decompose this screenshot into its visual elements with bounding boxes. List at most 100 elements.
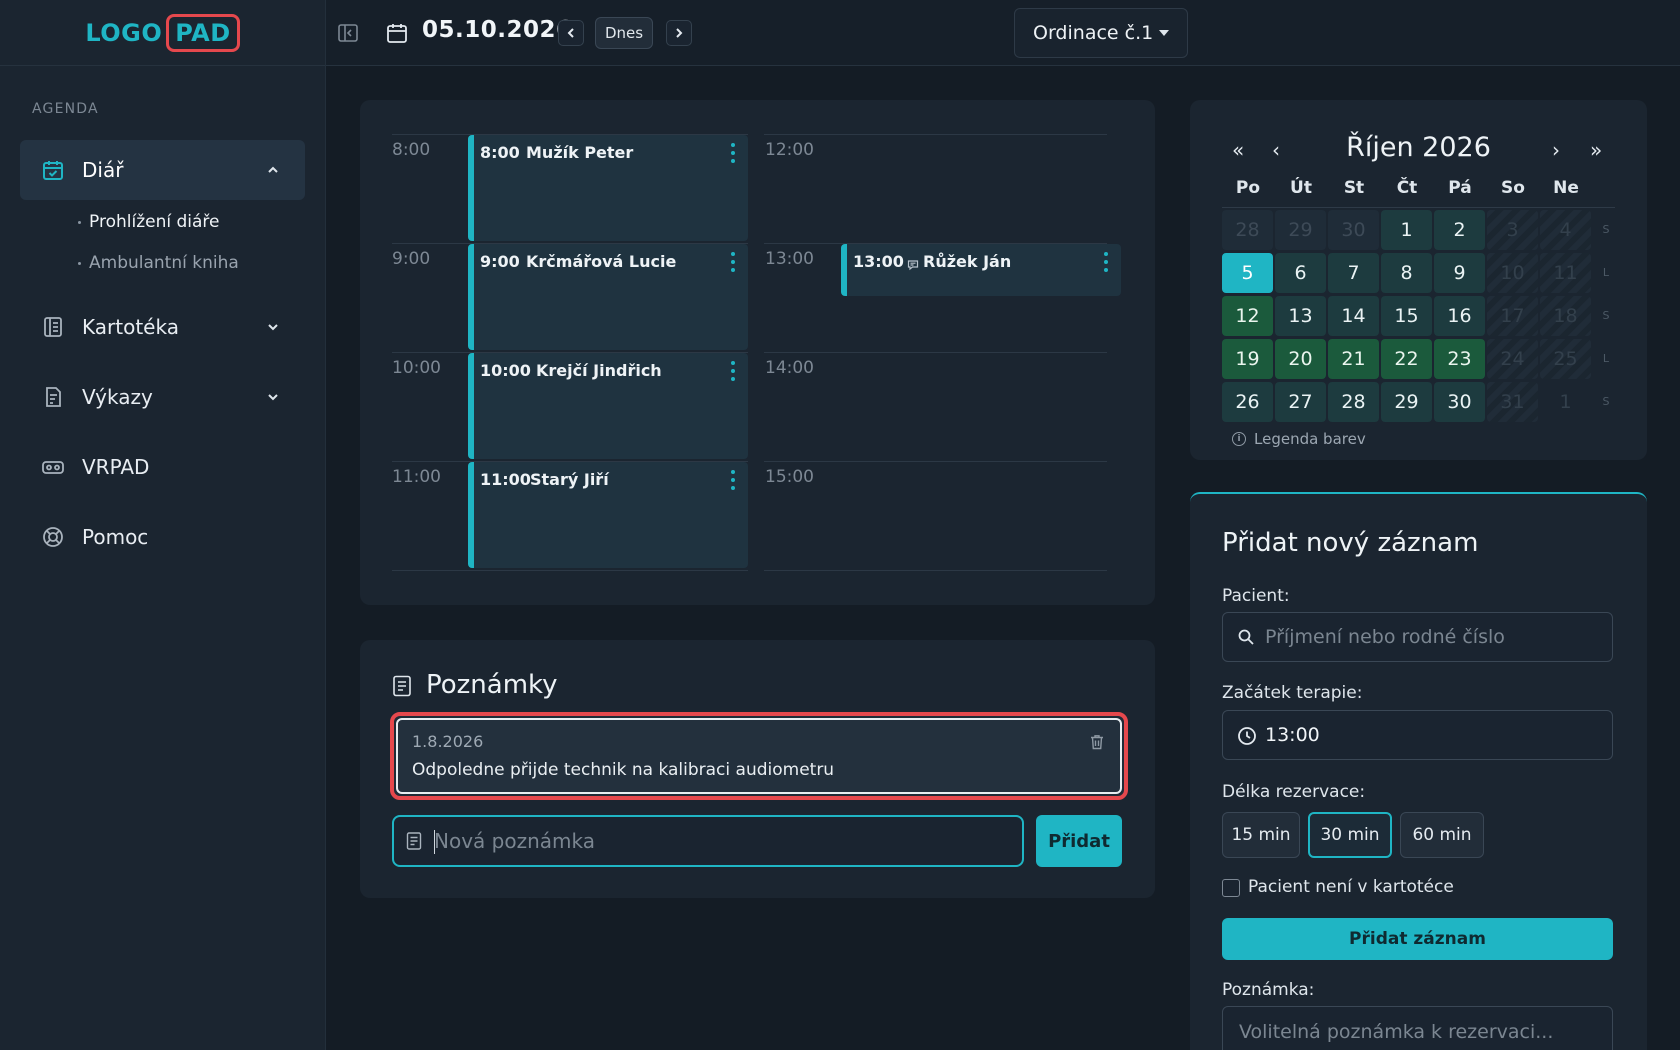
chevron-right-icon bbox=[676, 28, 683, 38]
calendar-day[interactable]: 1 bbox=[1381, 210, 1432, 250]
calendar-day[interactable]: 23 bbox=[1434, 339, 1485, 379]
notes-title: Poznámky bbox=[426, 670, 558, 700]
calendar-day[interactable]: 27 bbox=[1275, 382, 1326, 422]
calendar-icon[interactable] bbox=[384, 20, 410, 46]
add-note-button[interactable]: Přidat bbox=[1036, 815, 1122, 867]
calendar-day[interactable]: 9 bbox=[1434, 253, 1485, 293]
hour-label: 9:00 bbox=[392, 249, 431, 269]
hour-label: 8:00 bbox=[392, 140, 431, 160]
sidebar-item-pomoc[interactable]: Pomoc bbox=[20, 507, 305, 567]
therapy-start-input[interactable]: 13:00 bbox=[1222, 710, 1613, 760]
patient-search-placeholder: Příjmení nebo rodné číslo bbox=[1265, 626, 1505, 648]
more-vertical-icon[interactable] bbox=[730, 143, 736, 163]
patient-label: Pacient: bbox=[1222, 586, 1290, 606]
length-15-button[interactable]: 15 min bbox=[1222, 812, 1300, 858]
mini-calendar: « ‹ Říjen 2026 › » Po Út St Čt Pá So Ne … bbox=[1190, 100, 1647, 460]
office-select[interactable]: Ordinace č.1 bbox=[1014, 8, 1188, 58]
add-record-button[interactable]: Přidat záznam bbox=[1222, 918, 1613, 960]
sidebar-subitem-ambulantni-kniha[interactable]: Ambulantní kniha bbox=[78, 253, 239, 273]
not-in-file-label: Pacient není v kartotéce bbox=[1248, 877, 1454, 897]
sidebar-collapse-icon[interactable] bbox=[336, 21, 360, 45]
next-day-button[interactable] bbox=[666, 20, 692, 46]
appointment-card[interactable]: 8:00 Mužík Peter bbox=[468, 135, 748, 241]
reservation-note-textarea[interactable]: Volitelná poznámka k rezervaci... bbox=[1222, 1006, 1613, 1050]
color-legend-label: Legenda barev bbox=[1254, 430, 1366, 448]
week-marker: S bbox=[1602, 223, 1610, 236]
calendar-day-weekend: 10 bbox=[1487, 253, 1538, 293]
calendar-day-weekend: 18 bbox=[1540, 296, 1591, 336]
info-icon: i bbox=[1232, 432, 1246, 446]
sidebar-item-vrpad[interactable]: VRPAD bbox=[20, 437, 305, 497]
more-vertical-icon[interactable] bbox=[730, 361, 736, 381]
weekday-label: So bbox=[1501, 178, 1525, 198]
new-note-input[interactable]: Nová poznámka bbox=[392, 815, 1024, 867]
calendar-day[interactable]: 15 bbox=[1381, 296, 1432, 336]
appointment-card[interactable]: 9:00 Krčmářová Lucie bbox=[468, 244, 748, 350]
calendar-day[interactable]: 14 bbox=[1328, 296, 1379, 336]
sidebar-item-kartoteka[interactable]: Kartotéka bbox=[20, 297, 305, 357]
appointment-time: 8:00 bbox=[480, 143, 520, 162]
calendar-day[interactable]: 26 bbox=[1222, 382, 1273, 422]
not-in-file-checkbox[interactable] bbox=[1222, 879, 1240, 897]
calendar-day[interactable]: 12 bbox=[1222, 296, 1273, 336]
calendar-day[interactable]: 22 bbox=[1381, 339, 1432, 379]
next-year-button[interactable]: » bbox=[1590, 138, 1602, 162]
calendar-day[interactable]: 28 bbox=[1328, 382, 1379, 422]
calendar-day[interactable]: 21 bbox=[1328, 339, 1379, 379]
chevron-left-icon bbox=[567, 28, 574, 38]
appointment-card[interactable]: 11:00 Starý Jiří bbox=[468, 462, 748, 568]
vr-headset-icon bbox=[40, 454, 66, 480]
note-item[interactable]: 1.8.2026 Odpoledne přijde technik na kal… bbox=[390, 712, 1128, 800]
length-30-button[interactable]: 30 min bbox=[1308, 812, 1392, 858]
calendar-day[interactable]: 19 bbox=[1222, 339, 1273, 379]
card-file-icon bbox=[40, 314, 66, 340]
color-legend-link[interactable]: i Legenda barev bbox=[1232, 430, 1366, 448]
appointment-card[interactable]: 10:00 Krejčí Jindřich bbox=[468, 353, 748, 459]
note-item-body: 1.8.2026 Odpoledne přijde technik na kal… bbox=[396, 718, 1122, 794]
more-vertical-icon[interactable] bbox=[730, 252, 736, 272]
sidebar-subitem-prohlizeni-diare[interactable]: Prohlížení diáře bbox=[78, 212, 219, 232]
calendar-day-weekend: 11 bbox=[1540, 253, 1591, 293]
topbar: 05.10.2026 Dnes Ordinace č.1 bbox=[326, 0, 1680, 66]
chevron-down-icon bbox=[263, 317, 283, 337]
more-vertical-icon[interactable] bbox=[1103, 252, 1109, 272]
sidebar: LOGO PAD AGENDA Diář Prohlížení diáře Am… bbox=[0, 0, 326, 1050]
appointment-card[interactable]: 13:00 Růžek Ján bbox=[841, 244, 1121, 296]
weekday-label: Čt bbox=[1396, 178, 1418, 198]
office-select-value: Ordinace č.1 bbox=[1033, 22, 1154, 44]
sidebar-item-diar[interactable]: Diář bbox=[20, 140, 305, 200]
calendar-day[interactable]: 29 bbox=[1381, 382, 1432, 422]
length-60-button[interactable]: 60 min bbox=[1400, 812, 1484, 858]
calendar-day[interactable]: 6 bbox=[1275, 253, 1326, 293]
sidebar-subitem-label: Ambulantní kniha bbox=[89, 253, 239, 273]
next-month-button[interactable]: › bbox=[1552, 138, 1560, 162]
appointment-patient: Starý Jiří bbox=[530, 470, 609, 489]
hour-label: 12:00 bbox=[765, 140, 814, 160]
calendar-day[interactable]: 16 bbox=[1434, 296, 1485, 336]
appointment-patient: Krejčí Jindřich bbox=[536, 361, 662, 380]
calendar-day[interactable]: 13 bbox=[1275, 296, 1326, 336]
patient-search-input[interactable]: Příjmení nebo rodné číslo bbox=[1222, 612, 1613, 662]
logo[interactable]: LOGO PAD bbox=[0, 0, 325, 66]
week-marker: S bbox=[1602, 309, 1610, 322]
calendar-day[interactable]: 30 bbox=[1434, 382, 1485, 422]
current-date[interactable]: 05.10.2026 bbox=[422, 17, 573, 43]
sidebar-item-vykazy[interactable]: Výkazy bbox=[20, 367, 305, 427]
calendar-day-selected[interactable]: 5 bbox=[1222, 253, 1273, 293]
calendar-day[interactable]: 7 bbox=[1328, 253, 1379, 293]
calendar-day[interactable]: 20 bbox=[1275, 339, 1326, 379]
calendar-day[interactable]: 2 bbox=[1434, 210, 1485, 250]
hour-label: 11:00 bbox=[392, 467, 441, 487]
today-button[interactable]: Dnes bbox=[595, 17, 653, 49]
clock-icon bbox=[1237, 726, 1257, 746]
calendar-day[interactable]: 8 bbox=[1381, 253, 1432, 293]
appointment-patient: Růžek Ján bbox=[923, 252, 1012, 271]
prev-day-button[interactable] bbox=[558, 20, 584, 46]
note-icon bbox=[392, 675, 414, 699]
note-label: Poznámka: bbox=[1222, 980, 1315, 1000]
calendar-month-title: Říjen 2026 bbox=[1346, 132, 1491, 163]
trash-icon[interactable] bbox=[1090, 734, 1106, 752]
weekday-label: Út bbox=[1290, 178, 1312, 198]
more-vertical-icon[interactable] bbox=[730, 470, 736, 490]
calendar-day-weekend: 25 bbox=[1540, 339, 1591, 379]
